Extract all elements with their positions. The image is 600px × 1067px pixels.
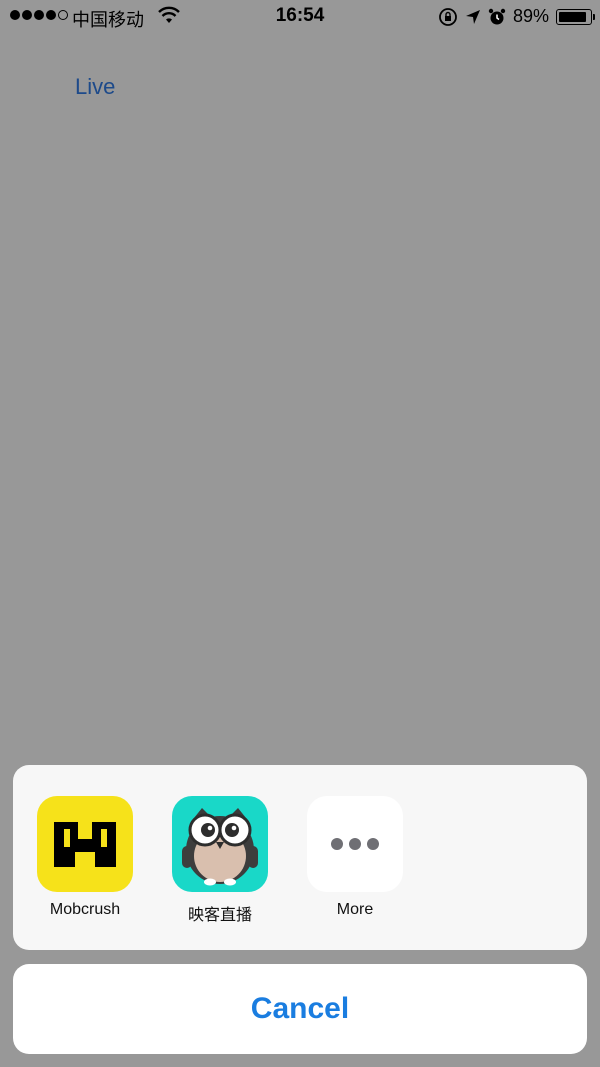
app-label: 映客直播 <box>187 907 252 924</box>
rotation-lock-icon <box>439 7 457 26</box>
share-app-more[interactable]: More <box>307 796 403 925</box>
inke-owl-icon <box>172 796 268 892</box>
alarm-icon <box>488 8 506 24</box>
battery-level-fill <box>559 11 586 22</box>
more-dots-icon <box>307 796 403 892</box>
app-label: More <box>336 901 374 918</box>
battery-percent: 89% <box>512 6 549 26</box>
share-app-mobcrush[interactable]: Mobcrush <box>37 796 133 925</box>
share-sheet: Mobcrush 映客直播 More <box>13 765 587 950</box>
live-link[interactable]: Live <box>75 74 115 100</box>
battery-icon <box>556 8 595 25</box>
status-bar: 中国移动 16:54 89% <box>0 0 600 34</box>
mobcrush-icon <box>37 796 133 892</box>
location-arrow-icon <box>465 9 480 24</box>
app-label: Mobcrush <box>49 901 121 918</box>
share-apps-row: Mobcrush 映客直播 More <box>37 796 403 925</box>
share-app-inke[interactable]: 映客直播 <box>172 796 268 925</box>
cancel-button[interactable]: Cancel <box>13 964 587 1054</box>
